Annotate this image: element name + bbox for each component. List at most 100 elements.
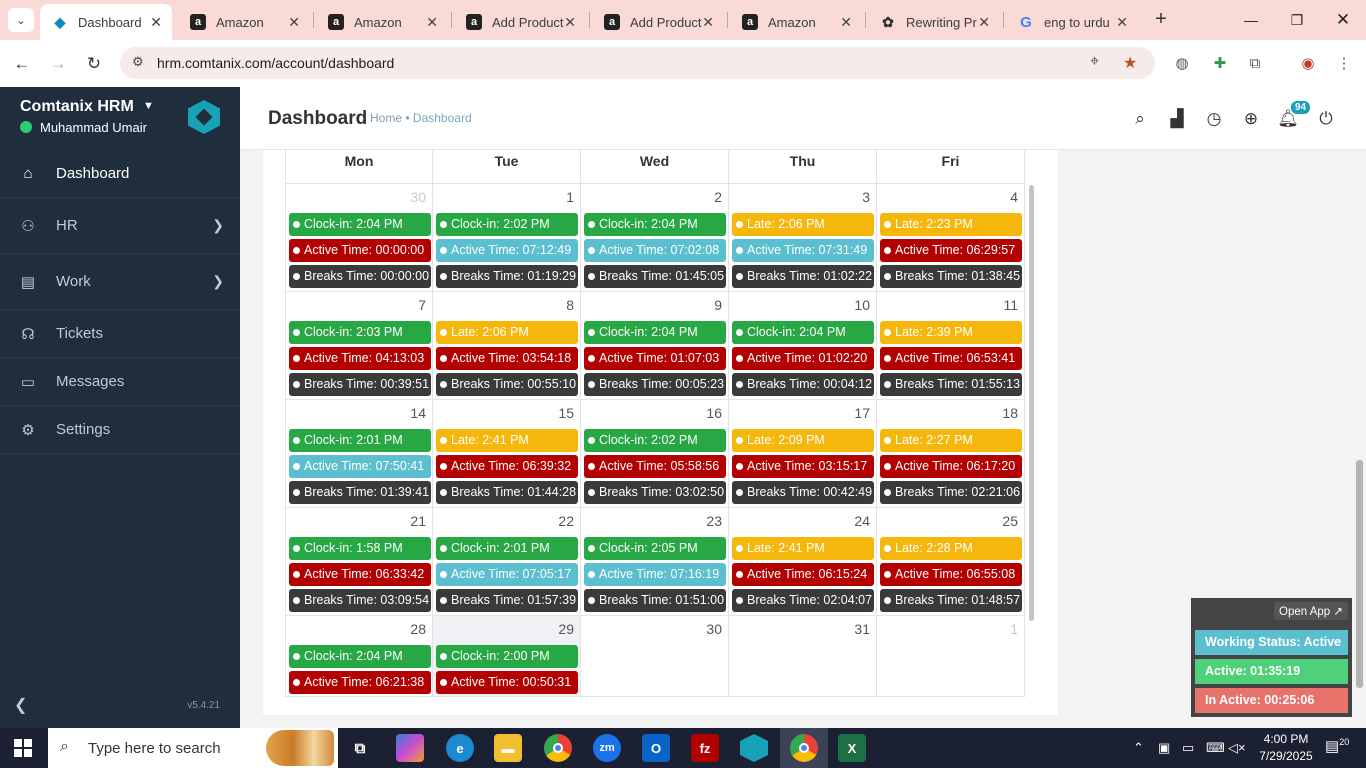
attendance-event[interactable]: Active Time: 06:29:57 [880,239,1022,262]
folder-tray-icon[interactable]: ▭ [1182,740,1194,756]
attendance-event[interactable]: Active Time: 04:13:03 [289,347,431,370]
taskbar-search[interactable]: ⌕ Type here to search [48,728,338,768]
calendar-scrollbar[interactable] [1029,185,1034,621]
calendar-day-cell[interactable]: 4 Late: 2:23 PM Active Time: 06:29:57 Break… [877,184,1025,292]
attendance-event[interactable]: Breaks Time: 01:55:13 [880,373,1022,396]
attendance-event[interactable]: Late: 2:39 PM [880,321,1022,344]
browser-tab[interactable]: ◆ Dashboard ✕ [40,4,172,40]
browser-tab[interactable]: a Amazon ✕ [730,4,862,40]
attendance-event[interactable]: Clock-in: 2:04 PM [289,213,431,236]
attendance-event[interactable]: Breaks Time: 00:42:49 [732,481,874,504]
calendar-day-cell[interactable]: 25 Late: 2:28 PM Active Time: 06:55:08 Brea… [877,508,1025,616]
close-window-button[interactable]: ✕ [1320,0,1366,40]
calendar-day-cell[interactable]: 7 Clock-in: 2:03 PM Active Time: 04:13:03 B… [285,292,433,400]
action-center-icon[interactable]: ▤20 [1325,737,1349,755]
open-app-button[interactable]: Open App ↗ [1274,602,1348,620]
collapse-sidebar-icon[interactable]: ❮ [14,695,27,715]
browser-tab[interactable]: a Amazon ✕ [178,4,310,40]
url-text[interactable]: hrm.comtanix.com/account/dashboard [157,55,394,71]
zoom-icon[interactable]: zm [593,734,621,762]
calendar-day-cell[interactable]: 21 Clock-in: 1:58 PM Active Time: 06:33:42… [285,508,433,616]
brand-chevron-icon[interactable]: ▼ [143,100,154,112]
calendar-day-cell[interactable]: 22 Clock-in: 2:01 PM Active Time: 07:05:17… [433,508,581,616]
calendar-day-cell[interactable]: 9 Clock-in: 2:04 PM Active Time: 01:07:03 B… [581,292,729,400]
attendance-event[interactable]: Active Time: 01:02:20 [732,347,874,370]
attendance-event[interactable]: Breaks Time: 01:39:41 [289,481,431,504]
attendance-event[interactable]: Clock-in: 2:04 PM [732,321,874,344]
attendance-event[interactable]: Clock-in: 2:00 PM [436,645,578,668]
browser-tab[interactable]: a Add Product ✕ [592,4,724,40]
sidebar-item-work[interactable]: ▤ Work ❯ [0,254,240,310]
reload-button[interactable]: ↻ [80,50,108,78]
calendar-day-cell[interactable]: 23 Clock-in: 2:05 PM Active Time: 07:16:19… [581,508,729,616]
attendance-event[interactable]: Active Time: 03:54:18 [436,347,578,370]
close-tab-icon[interactable]: ✕ [702,14,714,31]
attendance-event[interactable]: Clock-in: 1:58 PM [289,537,431,560]
attendance-event[interactable]: Active Time: 06:55:08 [880,563,1022,586]
meet-now-icon[interactable]: ▣ [1158,740,1170,756]
attendance-event[interactable]: Active Time: 06:15:24 [732,563,874,586]
system-clock[interactable]: 4:00 PM 7/29/2025 [1256,731,1316,765]
calendar-day-cell[interactable]: 1 [877,616,1025,697]
attendance-event[interactable]: Late: 2:06 PM [732,213,874,236]
extension-plus-icon[interactable]: ✚ [1208,52,1232,74]
attendance-event[interactable]: Active Time: 03:15:17 [732,455,874,478]
app-logo[interactable] [188,100,220,134]
calendar-day-cell[interactable]: 16 Clock-in: 2:02 PM Active Time: 05:58:56… [581,400,729,508]
close-tab-icon[interactable]: ✕ [840,14,852,31]
sidebar-item-settings[interactable]: ⚙ Settings [0,406,240,454]
attendance-event[interactable]: Active Time: 07:31:49 [732,239,874,262]
attendance-event[interactable]: Late: 2:06 PM [436,321,578,344]
attendance-event[interactable]: Active Time: 07:02:08 [584,239,726,262]
site-settings-icon[interactable]: ⚙ [132,54,144,70]
chrome-profile-icon[interactable] [790,734,818,762]
show-hidden-icons-icon[interactable]: ⌃ [1133,740,1144,756]
attendance-event[interactable]: Breaks Time: 03:02:50 [584,481,726,504]
calendar-day-cell[interactable]: 31 [729,616,877,697]
calendar-day-cell[interactable]: 15 Late: 2:41 PM Active Time: 06:39:32 Brea… [433,400,581,508]
attendance-event[interactable]: Breaks Time: 01:45:05 [584,265,726,288]
extensions-puzzle-icon[interactable]: ⧉ [1243,52,1267,74]
attendance-event[interactable]: Breaks Time: 00:05:23 [584,373,726,396]
browser-tab[interactable]: ✿ Rewriting Pr ✕ [868,4,1000,40]
attendance-event[interactable]: Breaks Time: 01:44:28 [436,481,578,504]
file-explorer-icon[interactable]: ▬ [494,734,522,762]
edge-icon[interactable]: e [446,734,474,762]
close-tab-icon[interactable]: ✕ [978,14,990,31]
calendar-day-cell[interactable]: 30 [581,616,729,697]
restore-button[interactable]: ❐ [1274,0,1320,40]
windows-start-icon[interactable] [14,739,32,757]
translate-icon[interactable]: ◍ [1170,52,1194,74]
chrome-icon[interactable] [544,734,572,762]
browser-tab[interactable]: a Amazon ✕ [316,4,448,40]
attendance-event[interactable]: Breaks Time: 00:00:00 [289,265,431,288]
bookmark-star-icon[interactable]: ★ [1123,53,1137,73]
attendance-event[interactable]: Late: 2:28 PM [880,537,1022,560]
add-icon[interactable]: ⊕ [1239,107,1263,131]
attendance-event[interactable]: Breaks Time: 01:57:39 [436,589,578,612]
sidebar-item-hr[interactable]: ⚇ HR ❯ [0,198,240,254]
attendance-event[interactable]: Late: 2:41 PM [436,429,578,452]
location-icon[interactable]: ⌖ [1090,53,1099,71]
calendar-day-cell[interactable]: 2 Clock-in: 2:04 PM Active Time: 07:02:08 B… [581,184,729,292]
calendar-day-cell[interactable]: 30 Clock-in: 2:04 PM Active Time: 00:00:00… [285,184,433,292]
attendance-event[interactable]: Breaks Time: 01:02:22 [732,265,874,288]
page-scrollbar[interactable] [1356,460,1363,688]
close-tab-icon[interactable]: ✕ [564,14,576,31]
attendance-event[interactable]: Active Time: 06:17:20 [880,455,1022,478]
attendance-event[interactable]: Active Time: 06:39:32 [436,455,578,478]
outlook-icon[interactable]: O [642,734,670,762]
profile-icon[interactable]: ◉ [1296,52,1320,74]
attendance-event[interactable]: Clock-in: 2:03 PM [289,321,431,344]
attendance-event[interactable]: Late: 2:27 PM [880,429,1022,452]
close-tab-icon[interactable]: ✕ [1116,14,1128,31]
attendance-event[interactable]: Late: 2:09 PM [732,429,874,452]
breadcrumb-home[interactable]: Home [370,111,402,125]
attendance-event[interactable]: Breaks Time: 03:09:54 [289,589,431,612]
attendance-event[interactable]: Late: 2:23 PM [880,213,1022,236]
calendar-day-cell[interactable]: 18 Late: 2:27 PM Active Time: 06:17:20 Brea… [877,400,1025,508]
filezilla-icon[interactable]: fz [691,734,719,762]
calendar-day-cell[interactable]: 14 Clock-in: 2:01 PM Active Time: 07:50:41… [285,400,433,508]
attendance-event[interactable]: Active Time: 07:05:17 [436,563,578,586]
forward-button[interactable]: → [44,50,72,78]
